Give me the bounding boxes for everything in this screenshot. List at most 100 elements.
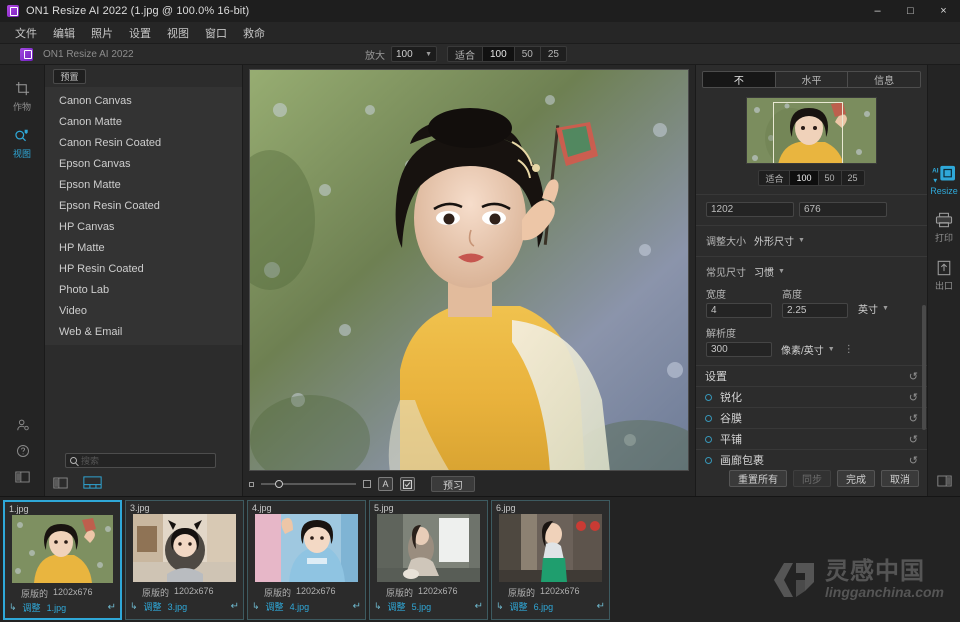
list-item[interactable]: 3.jpg 原版的 1202x676 ↳ 调整 3.jpg ↵ xyxy=(125,500,244,620)
thumb-image[interactable] xyxy=(133,514,236,582)
toggle-panel-icon[interactable] xyxy=(53,477,68,492)
menu-item-window[interactable]: 窗口 xyxy=(197,22,235,44)
more-options-icon[interactable]: ⋮ xyxy=(844,345,854,355)
sync-button[interactable]: 同步 xyxy=(793,470,831,487)
search-box[interactable] xyxy=(65,453,216,468)
thumb-adjust-label[interactable]: 调整 xyxy=(510,600,528,613)
fit-25-button[interactable]: 25 xyxy=(541,47,566,61)
toggle-left-panel-icon[interactable] xyxy=(15,464,30,490)
preset-item[interactable]: HP Canvas xyxy=(45,216,242,237)
preview-button[interactable]: 预习 xyxy=(431,476,475,492)
menu-item-edit[interactable]: 编辑 xyxy=(45,22,83,44)
preset-item[interactable]: Epson Resin Coated xyxy=(45,195,242,216)
reset-icon[interactable]: ↺ xyxy=(909,370,918,383)
tab-none[interactable]: 不 xyxy=(703,72,776,87)
text-overlay-icon[interactable]: A xyxy=(378,477,393,491)
thumb-adjust-label[interactable]: 调整 xyxy=(388,600,406,613)
section-settings[interactable]: 设置 ↺ xyxy=(696,365,927,386)
preset-item[interactable]: Epson Canvas xyxy=(45,153,242,174)
list-item[interactable]: 4.jpg 原版的 1202x676 ↳ 调整 4.jpg ↵ xyxy=(247,500,366,620)
preset-item[interactable]: Canon Resin Coated xyxy=(45,132,242,153)
presets-button[interactable]: 预置 xyxy=(53,68,86,84)
preset-item[interactable]: Photo Lab xyxy=(45,279,242,300)
preview-image[interactable] xyxy=(249,68,689,471)
height-field[interactable]: 2.25 xyxy=(782,303,848,318)
done-button[interactable]: 完成 xyxy=(837,470,875,487)
thumbnail-large-icon[interactable] xyxy=(363,480,371,488)
revert-icon[interactable]: ↵ xyxy=(475,601,483,612)
nav-fit-25-button[interactable]: 25 xyxy=(842,171,864,185)
menu-item-photo[interactable]: 照片 xyxy=(83,22,121,44)
section-grain[interactable]: 谷膜 ↺ xyxy=(696,407,927,428)
thumbnail-size-slider[interactable] xyxy=(261,478,356,490)
preset-item[interactable]: Web & Email xyxy=(45,321,242,342)
revert-icon[interactable]: ↵ xyxy=(353,601,361,612)
slider-knob[interactable] xyxy=(275,480,283,488)
module-resize[interactable]: AI ▼ Resize xyxy=(930,165,958,196)
module-export[interactable]: 出口 xyxy=(935,258,953,292)
revert-icon[interactable]: ↵ xyxy=(597,601,605,612)
tool-crop[interactable]: 作物 xyxy=(0,79,45,113)
module-print[interactable]: 打印 xyxy=(935,210,953,244)
preset-item[interactable]: HP Resin Coated xyxy=(45,258,242,279)
account-icon[interactable] xyxy=(16,412,30,438)
section-gallery-wrap[interactable]: 画廊包裹 ↺ xyxy=(696,449,927,470)
toggle-icon[interactable] xyxy=(705,393,712,401)
list-item[interactable]: 1.jpg 原版的 1202x676 ↳ 调整 1.jpg ↵ xyxy=(3,500,122,620)
menu-item-file[interactable]: 文件 xyxy=(7,22,45,44)
reset-icon[interactable]: ↺ xyxy=(909,433,918,446)
reset-icon[interactable]: ↺ xyxy=(909,391,918,404)
reset-all-button[interactable]: 重置所有 xyxy=(729,470,787,487)
nav-fit-100-button[interactable]: 100 xyxy=(790,171,819,185)
revert-icon[interactable]: ↵ xyxy=(108,602,116,613)
menu-item-help[interactable]: 救命 xyxy=(235,22,273,44)
resize-mode-dropdown[interactable]: 外形尺寸 ▼ xyxy=(754,233,805,248)
thumb-adjust-label[interactable]: 调整 xyxy=(144,600,162,613)
pixel-height-field[interactable]: 676 xyxy=(799,202,887,217)
fit-button[interactable]: 适合 xyxy=(448,47,483,61)
thumb-adjust-label[interactable]: 调整 xyxy=(266,600,284,613)
checkmark-overlay-icon[interactable] xyxy=(400,477,415,491)
resolution-field[interactable]: 300 xyxy=(706,342,772,357)
pixel-width-field[interactable]: 1202 xyxy=(706,202,794,217)
preset-item[interactable]: Canon Canvas xyxy=(45,90,242,111)
toggle-icon[interactable] xyxy=(705,414,712,422)
thumb-image[interactable] xyxy=(377,514,480,582)
zoom-select[interactable]: 100 ▼ xyxy=(391,46,437,62)
right-panel-scrollbar[interactable] xyxy=(922,305,926,430)
preset-item[interactable]: Epson Matte xyxy=(45,174,242,195)
tab-horizontal[interactable]: 水平 xyxy=(775,72,849,87)
nav-fit-50-button[interactable]: 50 xyxy=(819,171,842,185)
cancel-button[interactable]: 取消 xyxy=(881,470,919,487)
preset-item[interactable]: Canon Matte xyxy=(45,111,242,132)
common-size-dropdown[interactable]: 习惯 ▼ xyxy=(754,264,785,279)
reset-icon[interactable]: ↺ xyxy=(909,454,918,467)
toggle-icon[interactable] xyxy=(705,456,712,464)
navigator-crop-rect[interactable] xyxy=(773,101,843,163)
thumbnail-small-icon[interactable] xyxy=(249,481,254,487)
maximize-button[interactable]: □ xyxy=(894,0,927,22)
thumb-image[interactable] xyxy=(12,515,113,583)
thumb-adjust-label[interactable]: 调整 xyxy=(23,601,41,614)
thumb-image[interactable] xyxy=(499,514,602,582)
tool-view[interactable]: 视图 xyxy=(0,126,45,160)
tab-info[interactable]: 信息 xyxy=(848,72,920,87)
resolution-unit-dropdown[interactable]: 像素/英寸 ▼ xyxy=(781,342,835,357)
toggle-right-panel-icon[interactable] xyxy=(937,475,952,490)
nav-fit-button[interactable]: 适合 xyxy=(759,171,791,185)
list-item[interactable]: 5.jpg 原版的 1202x676 ↳ 调整 5.jpg ↵ xyxy=(369,500,488,620)
reset-icon[interactable]: ↺ xyxy=(909,412,918,425)
fit-50-button[interactable]: 50 xyxy=(515,47,541,61)
close-button[interactable]: × xyxy=(927,0,960,22)
section-sharpen[interactable]: 锐化 ↺ xyxy=(696,386,927,407)
minimize-button[interactable]: – xyxy=(861,0,894,22)
fit-100-button[interactable]: 100 xyxy=(483,47,515,61)
menu-item-settings[interactable]: 设置 xyxy=(121,22,159,44)
section-tile[interactable]: 平铺 ↺ xyxy=(696,428,927,449)
toggle-filmstrip-icon[interactable] xyxy=(83,476,102,492)
help-icon[interactable] xyxy=(16,438,30,464)
width-field[interactable]: 4 xyxy=(706,303,772,318)
preset-item[interactable]: Video xyxy=(45,300,242,321)
search-input[interactable] xyxy=(81,455,201,466)
thumb-image[interactable] xyxy=(255,514,358,582)
